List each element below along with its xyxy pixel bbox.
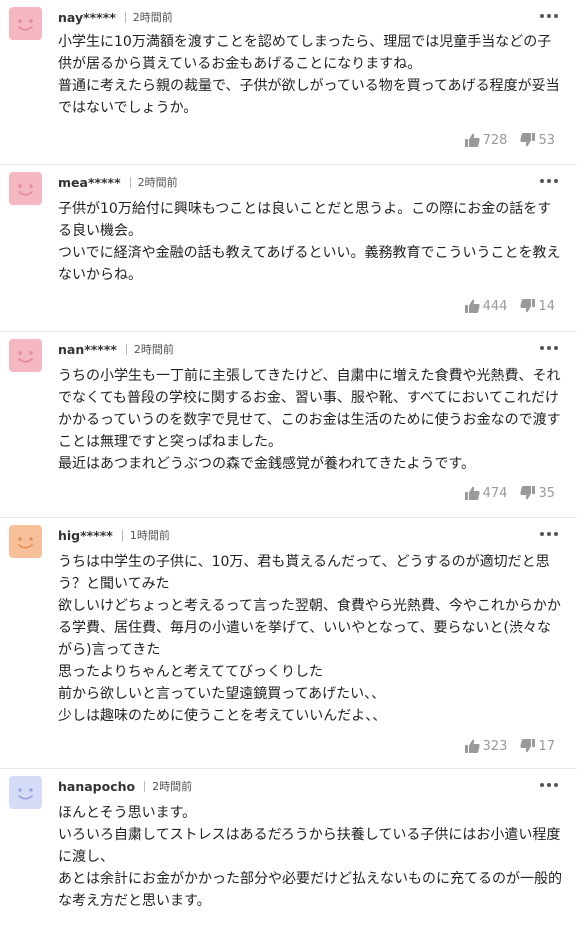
comment-username[interactable]: hig*****	[58, 528, 113, 543]
comment-body: 子供が10万給付に興味もつことは良いことだと思うよ。この際にお金の話をする良い機…	[58, 201, 561, 283]
comment-body: うちは中学生の子供に、10万、君も貰えるんだって、どうするのが適切だと思う？と聞…	[58, 554, 561, 724]
dislike-button[interactable]: 53	[520, 133, 555, 148]
comment-item: hig***** 1時間前 うちは中学生の子供に、10万、君も貰えるんだって、ど…	[0, 518, 577, 769]
thumbs-up-icon	[464, 299, 480, 313]
thumbs-down-icon	[520, 739, 536, 753]
more-dots-icon[interactable]	[540, 179, 558, 185]
comment-header: mea***** 2時間前	[58, 172, 178, 192]
smiley-avatar-icon[interactable]	[9, 7, 42, 40]
header-divider	[144, 780, 146, 792]
dislike-count: 17	[538, 738, 555, 754]
like-count: 474	[482, 485, 508, 501]
comment-timestamp: 2時間前	[152, 780, 193, 793]
dislike-count: 14	[538, 298, 555, 314]
comment-timestamp: 2時間前	[137, 176, 178, 189]
header-divider	[129, 176, 131, 188]
thumbs-down-icon	[520, 133, 536, 147]
thumbs-down-icon	[520, 486, 536, 500]
comment-header: nay***** 2時間前	[58, 7, 173, 27]
comment-body: うちの小学生も一丁前に主張してきたけど、自粛中に増えた食費や光熱費、それでなくて…	[58, 368, 561, 472]
comment-reactions: 474 35	[464, 484, 555, 502]
like-count: 323	[482, 738, 508, 754]
thumbs-up-icon	[464, 133, 480, 147]
more-dots-icon[interactable]	[540, 783, 558, 789]
comment-username[interactable]: nay*****	[58, 10, 116, 25]
comment-reactions: 444 14	[464, 297, 555, 315]
more-dots-icon[interactable]	[540, 14, 558, 20]
thumbs-up-icon	[464, 739, 480, 753]
comment-item: nay***** 2時間前 小学生に10万満額を渡すことを認めてしまったら、理屈…	[0, 0, 577, 165]
header-divider	[124, 11, 126, 23]
smiley-avatar-icon[interactable]	[9, 339, 42, 372]
header-divider	[121, 529, 123, 541]
smiley-avatar-icon[interactable]	[9, 776, 42, 809]
like-count: 728	[482, 132, 508, 148]
comment-item: hanapocho 2時間前 ほんとそう思います。 いろいろ自粛してストレスはあ…	[0, 769, 577, 930]
thumbs-down-icon	[520, 299, 536, 313]
more-dots-icon[interactable]	[540, 532, 558, 538]
more-dots-icon[interactable]	[540, 346, 558, 352]
dislike-button[interactable]: 17	[520, 739, 555, 754]
like-button[interactable]: 444	[464, 298, 508, 314]
comment-item: mea***** 2時間前 子供が10万給付に興味もつことは良いことだと思うよ。…	[0, 165, 577, 332]
comment-timestamp: 2時間前	[132, 11, 173, 24]
dislike-button[interactable]: 35	[520, 486, 555, 501]
comment-body: 小学生に10万満額を渡すことを認めてしまったら、理屈では児童手当などの子供が居る…	[58, 34, 560, 116]
smiley-avatar-icon[interactable]	[9, 525, 42, 558]
comment-username[interactable]: mea*****	[58, 175, 121, 190]
like-button[interactable]: 474	[464, 485, 508, 501]
comment-header: hig***** 1時間前	[58, 525, 170, 545]
dislike-button[interactable]: 14	[520, 299, 555, 314]
header-divider	[125, 343, 127, 355]
comment-item: nan***** 2時間前 うちの小学生も一丁前に主張してきたけど、自粛中に増え…	[0, 332, 577, 518]
comment-username[interactable]: hanapocho	[58, 779, 135, 794]
comment-header: hanapocho 2時間前	[58, 776, 192, 796]
like-button[interactable]: 323	[464, 738, 508, 754]
comment-reactions: 728 53	[464, 131, 555, 149]
comment-body: ほんとそう思います。 いろいろ自粛してストレスはあるだろうから扶養している子供に…	[58, 805, 562, 909]
thumbs-up-icon	[464, 486, 480, 500]
comment-timestamp: 1時間前	[129, 529, 170, 542]
comment-timestamp: 2時間前	[133, 343, 174, 356]
like-button[interactable]: 728	[464, 132, 508, 148]
like-count: 444	[482, 298, 508, 314]
dislike-count: 35	[538, 485, 555, 501]
comment-username[interactable]: nan*****	[58, 342, 117, 357]
dislike-count: 53	[538, 132, 555, 148]
smiley-avatar-icon[interactable]	[9, 172, 42, 205]
comment-header: nan***** 2時間前	[58, 339, 174, 359]
comment-reactions: 323 17	[464, 737, 555, 755]
